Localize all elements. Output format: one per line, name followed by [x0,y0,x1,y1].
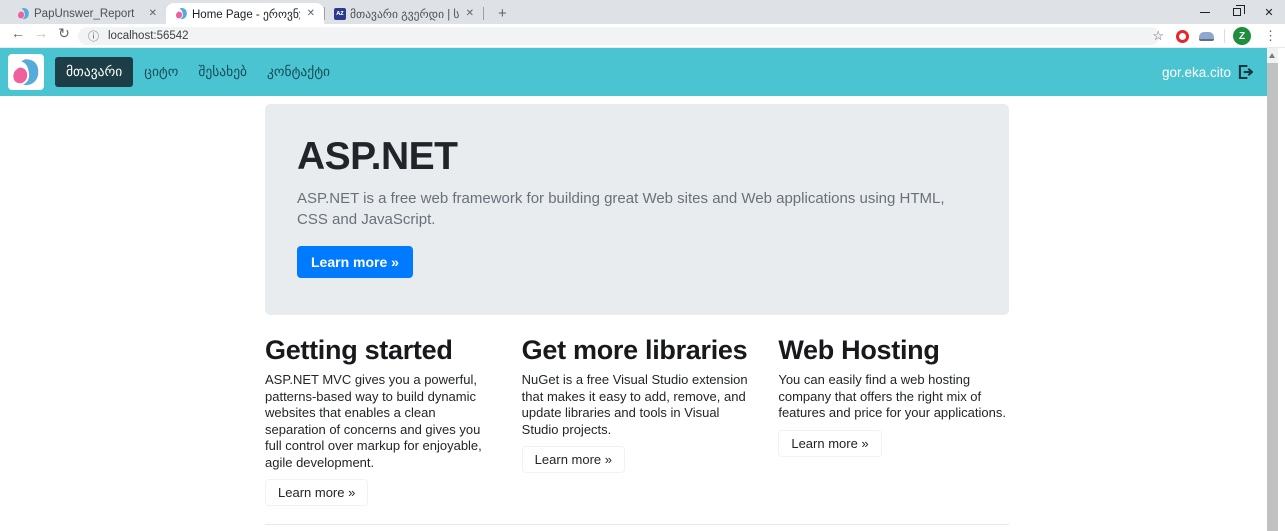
toolbar-separator [1224,29,1225,43]
minimize-icon [1200,12,1210,13]
menu-item-about[interactable]: შესახებ [189,57,256,87]
menu-item-cyto[interactable]: ციტო [135,57,187,87]
column-title: Getting started [265,337,496,364]
column-getting-started: Getting started ASP.NET MVC gives you a … [265,337,496,506]
vertical-scrollbar[interactable] [1267,48,1278,531]
menu-item-home[interactable]: მთავარი [55,57,133,87]
profile-avatar[interactable]: Z [1233,27,1251,45]
learn-more-primary-button[interactable]: Learn more » [297,246,413,278]
tab-title: PapUnswer_Report [34,8,142,20]
tab-title: მთავარი გვერდი | საინფორმ [350,7,459,21]
main-menu: მთავარი ციტო შესახებ კონტაქტი [55,57,339,87]
jumbotron-title: ASP.NET [297,138,977,176]
learn-more-button-getting-started[interactable]: Learn more » [265,479,368,506]
learn-more-button-hosting[interactable]: Learn more » [778,430,881,457]
window-minimize-button[interactable] [1189,0,1221,24]
url-text[interactable]: localhost:56542 [108,30,189,42]
refresh-icon[interactable]: ↻ [54,25,74,42]
browser-tab-papunswer[interactable]: PapUnswer_Report ✕ [8,3,166,24]
page-info-icon[interactable]: ⓘ [88,28,99,44]
browser-tabstrip: PapUnswer_Report ✕ Home Page - ეროვნული … [0,0,1285,24]
learn-more-button-libraries[interactable]: Learn more » [522,446,625,473]
column-get-more-libraries: Get more libraries NuGet is a free Visua… [522,337,753,506]
page-container: ASP.NET ASP.NET is a free web framework … [265,96,1009,531]
site-navbar: მთავარი ციტო შესახებ კონტაქტი gor.eka.ci… [0,48,1267,96]
tab-close-icon[interactable]: ✕ [463,7,477,20]
user-area: gor.eka.cito [1162,65,1253,80]
column-text: NuGet is a free Visual Studio extension … [522,372,753,438]
jumbotron-lead: ASP.NET is a free web framework for buil… [297,188,977,230]
tab-close-icon[interactable]: ✕ [146,7,160,20]
app-logo-favicon [175,7,188,20]
address-bar[interactable]: ⓘ localhost:56542 [78,27,1160,45]
scroll-up-arrow-icon[interactable] [1269,53,1275,58]
new-tab-button[interactable]: + [492,5,513,22]
browser-tab-home-active[interactable]: Home Page - ეროვნული სკრი ✕ [166,3,324,24]
extension-red-icon[interactable] [1176,30,1189,43]
page-footer: NSC Georgia © 2020 ყველა უფლება დაცულია [265,524,1009,531]
feature-columns: Getting started ASP.NET MVC gives you a … [265,337,1009,506]
tab-close-icon[interactable]: ✕ [304,7,318,20]
jumbotron: ASP.NET ASP.NET is a free web framework … [265,104,1009,315]
restore-icon [1233,8,1241,16]
swirl-logo-icon [11,57,41,87]
tab-separator [483,7,484,20]
window-close-button[interactable]: ✕ [1253,0,1285,24]
column-title: Web Hosting [778,337,1009,364]
column-title: Get more libraries [522,337,753,364]
browser-toolbar: ← → ↻ ⓘ localhost:56542 ☆ Z ⋮ [0,24,1285,48]
bookmark-star-icon[interactable]: ☆ [1152,28,1164,44]
browser-menu-icon[interactable]: ⋮ [1260,28,1281,44]
back-icon[interactable]: ← [8,25,28,41]
menu-item-contact[interactable]: კონტაქტი [258,57,339,87]
username-text: gor.eka.cito [1162,65,1231,80]
tab-title: Home Page - ეროვნული სკრი [192,7,300,21]
app-logo-favicon [17,7,30,20]
forward-icon[interactable]: → [31,25,51,41]
site-logo[interactable] [8,54,44,90]
browser-tab-mtavari[interactable]: ᴀᴢ მთავარი გვერდი | საინფორმ ✕ [325,3,483,24]
scrollbar-thumb[interactable] [1267,63,1278,531]
site-favicon: ᴀᴢ [334,8,346,20]
window-restore-button[interactable] [1221,0,1253,24]
extension-blue-icon[interactable] [1199,32,1214,41]
column-text: You can easily find a web hosting compan… [778,372,1009,422]
column-text: ASP.NET MVC gives you a powerful, patter… [265,372,496,471]
logout-icon[interactable] [1238,65,1253,79]
column-web-hosting: Web Hosting You can easily find a web ho… [778,337,1009,506]
